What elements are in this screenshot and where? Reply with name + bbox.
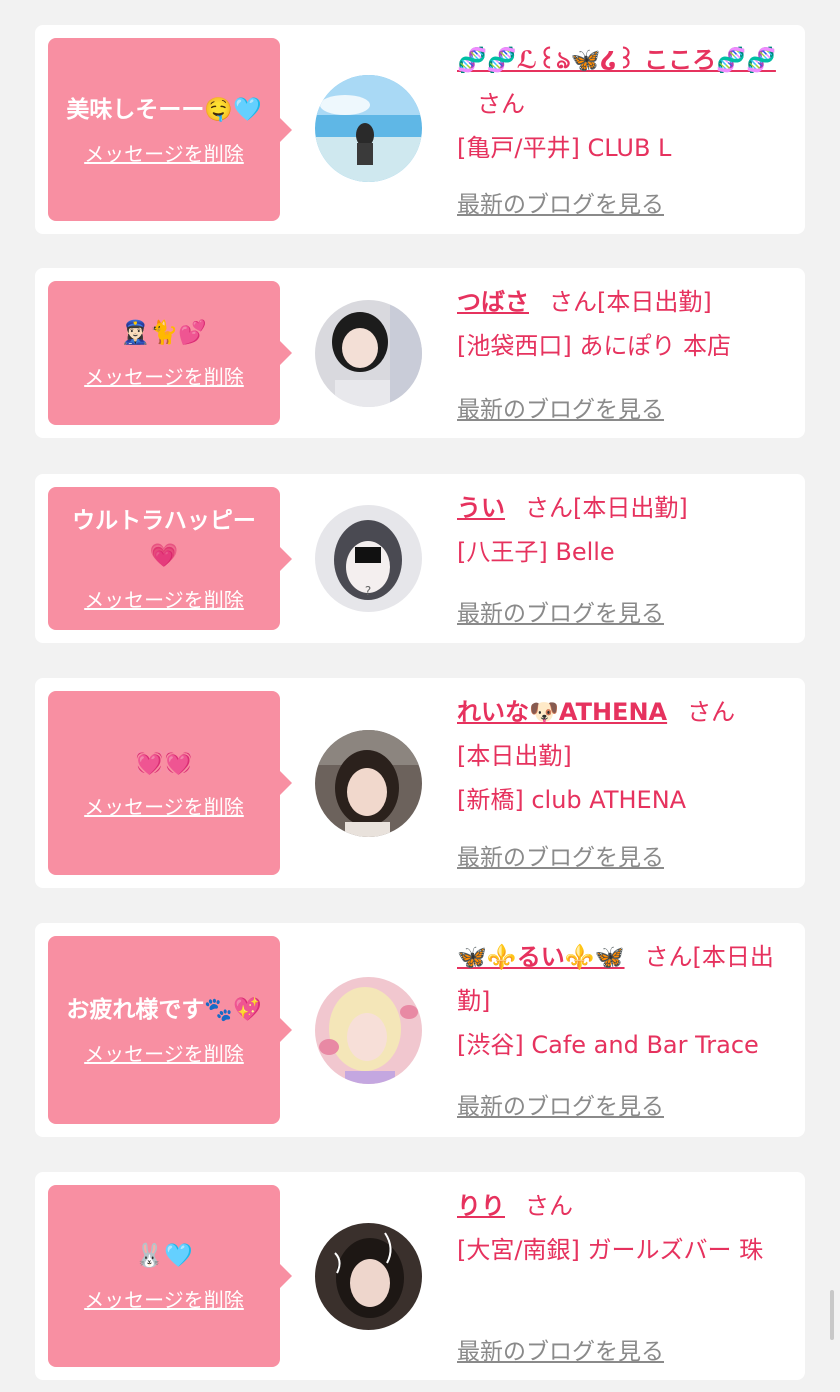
honorific: さん — [525, 1192, 573, 1220]
message-bubble: 🐰🩵 メッセージを削除 — [48, 1185, 292, 1367]
cast-name-line: りり さん — [457, 1184, 791, 1228]
message-text: ウルトラハッピー💗 — [72, 508, 256, 569]
message-card: 🐰🩵 メッセージを削除 りり さん [大宮/南銀] ガールズバー 珠 最新のブログ… — [35, 1172, 805, 1380]
cast-info: りり さん [大宮/南銀] ガールズバー 珠 — [457, 1184, 791, 1272]
message-card: 美味しそーー🤤🩵 メッセージを削除 🧬🧬ℒ꒰ঌ🦋໒꒱ こころ🧬🧬 さん [亀戸/平… — [35, 25, 805, 234]
avatar[interactable] — [315, 300, 422, 407]
avatar[interactable]: ? — [315, 505, 422, 612]
svg-text:?: ? — [365, 584, 371, 598]
store-name: [新橋] club ATHENA — [457, 786, 687, 814]
cast-info: 🦋⚜️るい⚜️🦋 さん[本日出勤] [渋谷] Cafe and Bar Trace — [457, 935, 791, 1067]
delete-message-link[interactable]: メッセージを削除 — [84, 1284, 244, 1313]
avatar[interactable] — [315, 730, 422, 837]
cast-info: つばさ さん[本日出勤] [池袋西口] あにぽり 本店 — [457, 280, 791, 368]
delete-message-link[interactable]: メッセージを削除 — [84, 361, 244, 390]
cast-name-line: 🦋⚜️るい⚜️🦋 さん[本日出勤] — [457, 935, 791, 1023]
avatar-image — [315, 730, 422, 837]
avatar-image — [315, 300, 422, 407]
latest-blog-link[interactable]: 最新のブログを見る — [457, 1332, 664, 1366]
latest-blog-link[interactable]: 最新のブログを見る — [457, 390, 664, 424]
honorific: さん — [525, 494, 573, 522]
message-text: 💓💓 — [135, 750, 193, 776]
avatar[interactable] — [315, 75, 422, 182]
cast-name-link[interactable]: 🧬🧬ℒ꒰ঌ🦋໒꒱ こころ🧬🧬 — [457, 46, 776, 74]
cast-name-line: 🧬🧬ℒ꒰ঌ🦋໒꒱ こころ🧬🧬 さん — [457, 38, 791, 126]
honorific: さん — [477, 90, 525, 118]
cast-name-line: つばさ さん[本日出勤] — [457, 280, 791, 324]
latest-blog-link[interactable]: 最新のブログを見る — [457, 1087, 664, 1121]
store-name: [八王子] Belle — [457, 538, 615, 566]
avatar-image: ? — [315, 505, 422, 612]
message-bubble: お疲れ様です🐾💖 メッセージを削除 — [48, 936, 292, 1124]
avatar-image — [315, 977, 422, 1084]
store-name: [池袋西口] あにぽり 本店 — [457, 332, 731, 360]
avatar[interactable] — [315, 977, 422, 1084]
scrollbar[interactable] — [830, 1290, 834, 1340]
delete-message-link[interactable]: メッセージを削除 — [84, 1038, 244, 1067]
store-name: [大宮/南銀] ガールズバー 珠 — [457, 1236, 764, 1264]
store-name: [亀戸/平井] CLUB L — [457, 134, 672, 162]
avatar-image — [315, 75, 422, 182]
message-card: 👮🏻‍♀️🐈💕 メッセージを削除 つばさ さん[本日出勤] [池袋西口] あにぽり… — [35, 268, 805, 438]
message-text: 👮🏻‍♀️🐈💕 — [121, 320, 207, 346]
cast-name-link[interactable]: 🦋⚜️るい⚜️🦋 — [457, 943, 625, 971]
latest-blog-link[interactable]: 最新のブログを見る — [457, 185, 664, 219]
message-bubble: ウルトラハッピー💗 メッセージを削除 — [48, 487, 292, 630]
message-bubble: 💓💓 メッセージを削除 — [48, 691, 292, 875]
message-card: 💓💓 メッセージを削除 れいな🐶ATHENA さん [本日出勤] [新橋] clu… — [35, 678, 805, 888]
honorific: さん — [687, 698, 736, 726]
cast-name-line: れいな🐶ATHENA さん — [457, 690, 791, 734]
cast-name-line: うい さん[本日出勤] — [457, 486, 791, 530]
delete-message-link[interactable]: メッセージを削除 — [84, 584, 244, 613]
message-text: お疲れ様です🐾💖 — [66, 997, 262, 1023]
delete-message-link[interactable]: メッセージを削除 — [84, 138, 244, 167]
status-label: [本日出勤] — [457, 742, 572, 770]
message-card: お疲れ様です🐾💖 メッセージを削除 🦋⚜️るい⚜️🦋 さん[本日出勤] [渋谷] … — [35, 923, 805, 1137]
cast-info: れいな🐶ATHENA さん [本日出勤] [新橋] club ATHENA — [457, 690, 791, 822]
latest-blog-link[interactable]: 最新のブログを見る — [457, 838, 664, 872]
avatar-image — [315, 1223, 422, 1330]
delete-message-link[interactable]: メッセージを削除 — [84, 791, 244, 820]
message-text: 🐰🩵 — [135, 1243, 193, 1269]
cast-name-link[interactable]: つばさ — [457, 288, 529, 316]
cast-name-link[interactable]: りり — [457, 1192, 505, 1220]
honorific: さん — [549, 288, 597, 316]
cast-name-link[interactable]: うい — [457, 494, 505, 522]
honorific: さん — [644, 943, 693, 971]
cast-info: うい さん[本日出勤] [八王子] Belle — [457, 486, 791, 574]
status-label: [本日出勤] — [597, 288, 712, 316]
avatar[interactable] — [315, 1223, 422, 1330]
message-card: ウルトラハッピー💗 メッセージを削除 ? うい さん[本日出勤] [八王子] Be… — [35, 474, 805, 643]
status-label: [本日出勤] — [573, 494, 688, 522]
cast-name-link[interactable]: れいな🐶ATHENA — [457, 698, 667, 726]
message-bubble: 👮🏻‍♀️🐈💕 メッセージを削除 — [48, 281, 292, 425]
message-text: 美味しそーー🤤🩵 — [66, 96, 262, 123]
message-bubble: 美味しそーー🤤🩵 メッセージを削除 — [48, 38, 292, 221]
cast-info: 🧬🧬ℒ꒰ঌ🦋໒꒱ こころ🧬🧬 さん [亀戸/平井] CLUB L — [457, 38, 791, 170]
store-name: [渋谷] Cafe and Bar Trace — [457, 1031, 759, 1059]
latest-blog-link[interactable]: 最新のブログを見る — [457, 594, 664, 628]
